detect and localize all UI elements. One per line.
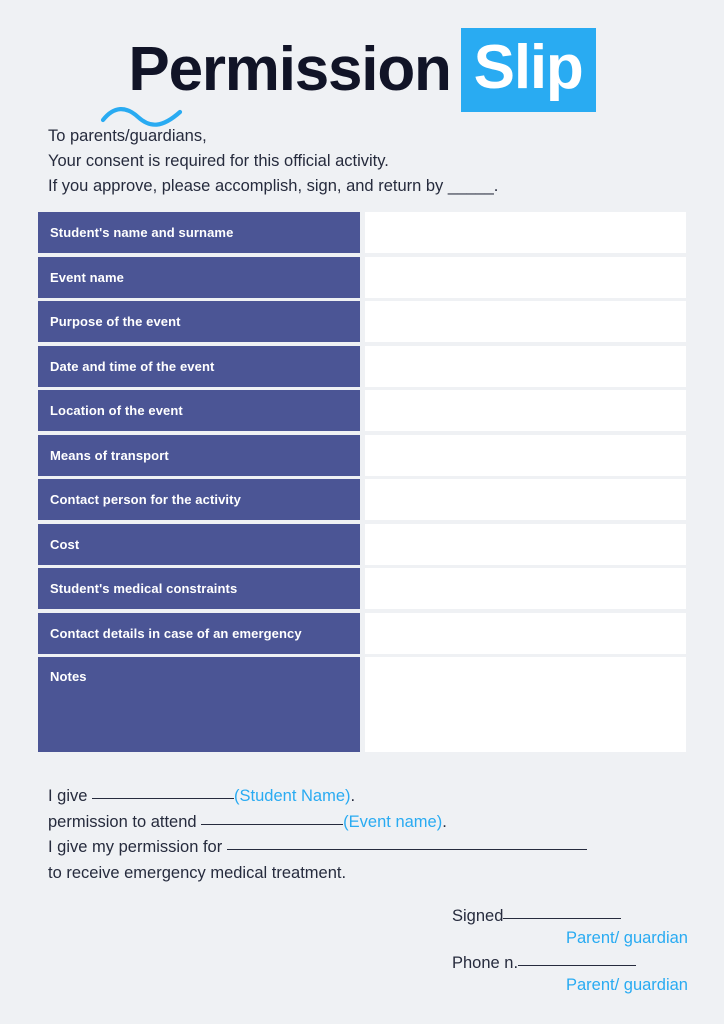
row-label-medical-constraints: Student's medical constraints <box>38 568 360 609</box>
intro-line-1: To parents/guardians, <box>48 127 207 145</box>
signed-caption: Parent/ guardian <box>565 929 688 947</box>
row-label-transport: Means of transport <box>38 434 360 476</box>
table-row: Contact person for the activity <box>38 479 686 520</box>
table-row: Means of transport <box>38 434 686 476</box>
consent-line-2: permission to attend (Event name). <box>48 810 688 836</box>
table-row: Date and time of the event <box>38 345 686 387</box>
title-word-permission: Permission <box>128 35 451 104</box>
row-label-date-time: Date and time of the event <box>38 345 360 387</box>
page-title: Permission Slip <box>0 24 724 116</box>
row-label-event-name: Event name <box>38 256 360 298</box>
consent-line-1-prefix: I give <box>48 787 93 805</box>
consent-line-4: to receive emergency medical treatment. <box>48 863 347 882</box>
row-value-date-time[interactable] <box>365 345 686 387</box>
consent-line-3: I give my permission for <box>48 835 688 861</box>
consent-line-1-suffix: . <box>350 787 356 805</box>
row-label-cost: Cost <box>38 523 360 565</box>
row-label-contact-person: Contact person for the activity <box>38 479 360 520</box>
signature-block: Signed Parent/ guardian Phone n. Parent/… <box>452 906 692 1000</box>
phone-line: Phone n. <box>452 953 692 974</box>
table-row: Cost <box>38 523 686 565</box>
consent-line-2-suffix: . <box>442 812 447 831</box>
intro-line-2: Your consent is required for this offici… <box>48 152 389 170</box>
row-value-location[interactable] <box>365 390 686 431</box>
consent-line-1: I give (Student Name). <box>48 784 688 810</box>
row-value-emergency-contact[interactable] <box>365 612 686 654</box>
row-value-transport[interactable] <box>365 434 686 476</box>
consent-hint-student-name: (Student Name) <box>234 787 351 805</box>
blank-line-medical-permission[interactable] <box>226 849 587 850</box>
phone-label: Phone n. <box>452 954 519 972</box>
title-word-slip: Slip <box>460 28 596 112</box>
row-value-contact-person[interactable] <box>365 479 686 520</box>
row-value-medical-constraints[interactable] <box>365 568 686 609</box>
table-row: Event name <box>38 256 686 298</box>
table-row: Notes <box>38 657 686 752</box>
consent-hint-event-name: (Event name) <box>343 812 443 831</box>
row-value-student-name[interactable] <box>365 212 686 253</box>
row-value-notes[interactable] <box>365 657 686 752</box>
permission-form-table: Student's name and surname Event name Pu… <box>38 212 686 756</box>
table-row: Student's name and surname <box>38 212 686 253</box>
table-row: Student's medical constraints <box>38 568 686 609</box>
phone-input-line[interactable] <box>518 965 637 966</box>
row-label-student-name: Student's name and surname <box>38 212 360 253</box>
table-row: Contact details in case of an emergency <box>38 612 686 654</box>
consent-paragraph: I give (Student Name). permission to att… <box>48 784 688 886</box>
row-label-purpose: Purpose of the event <box>38 301 360 342</box>
consent-line-3-prefix: I give my permission for <box>48 838 227 856</box>
row-value-event-name[interactable] <box>365 256 686 298</box>
blank-line-student-name[interactable] <box>92 798 235 799</box>
table-row: Location of the event <box>38 390 686 431</box>
row-label-emergency-contact: Contact details in case of an emergency <box>38 612 360 654</box>
intro-line-3: If you approve, please accomplish, sign,… <box>48 177 499 195</box>
row-value-purpose[interactable] <box>365 301 686 342</box>
row-label-location: Location of the event <box>38 390 360 431</box>
blank-line-event-name[interactable] <box>201 823 344 825</box>
signed-label: Signed <box>452 907 504 925</box>
page-title-block: Permission Slip <box>0 24 724 127</box>
signed-line: Signed <box>452 906 692 927</box>
row-label-notes: Notes <box>38 657 360 752</box>
phone-caption: Parent/ guardian <box>565 976 688 994</box>
row-value-cost[interactable] <box>365 523 686 565</box>
consent-line-2-prefix: permission to attend <box>48 812 202 831</box>
table-row: Purpose of the event <box>38 301 686 342</box>
signature-input-line[interactable] <box>503 918 622 919</box>
intro-paragraph: To parents/guardians, Your consent is re… <box>48 124 668 199</box>
